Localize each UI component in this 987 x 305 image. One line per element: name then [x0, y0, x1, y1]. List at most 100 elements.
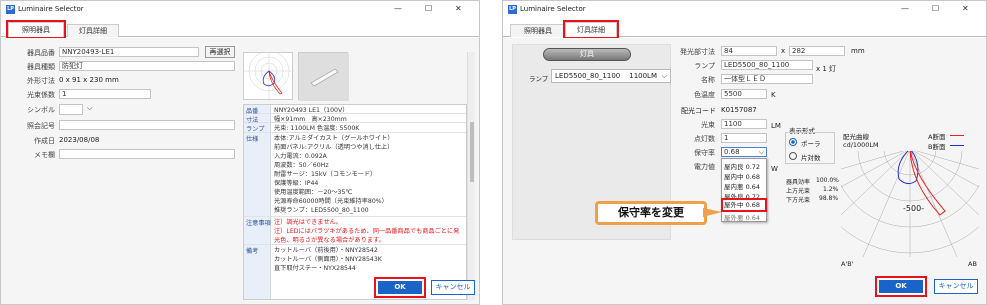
- width-field[interactable]: 84: [721, 46, 777, 56]
- down-value: 98.8%: [819, 195, 839, 202]
- reselect-button[interactable]: 再選択: [205, 46, 235, 58]
- flux-field[interactable]: 1: [59, 89, 151, 99]
- chevron-down-icon[interactable]: ⌵: [87, 104, 92, 113]
- dims-value: 0 x 91 x 230 mm: [59, 76, 119, 84]
- unit-mm: mm: [851, 47, 865, 55]
- distribution-thumbnail[interactable]: [243, 50, 294, 101]
- label-dims: 外形寸法: [27, 77, 55, 85]
- legend-a: A断面: [928, 133, 946, 141]
- lamp-toggle-button[interactable]: 灯具: [543, 48, 631, 61]
- app-logo: LP: [508, 5, 517, 14]
- code-field[interactable]: NNY20493-LE1: [59, 47, 199, 57]
- created-value: 2023/08/08: [59, 136, 100, 144]
- cancel-button[interactable]: キャンセル: [431, 280, 475, 295]
- code-value: K0157087: [721, 106, 757, 114]
- minimize-icon[interactable]: —: [394, 4, 402, 13]
- radio-log-label: 片対数: [801, 154, 821, 162]
- title-bar: LP Luminaire Selector — ☐ ✕: [1, 1, 479, 18]
- axis-left-label: A'B': [841, 260, 854, 268]
- times-sign: x: [781, 47, 786, 55]
- scrollbar[interactable]: [467, 52, 475, 300]
- unit-lm: LM: [771, 122, 781, 130]
- label-lamp: ランプ: [694, 62, 715, 70]
- table-row: 注意事項 注）調光はできません。 注）LEDにはバラツキがあるため、同一品番商品で…: [244, 217, 466, 245]
- lamp-label: ランプ: [529, 75, 549, 83]
- radio-polar[interactable]: [789, 138, 797, 146]
- label-notes: 照会記号: [27, 122, 55, 130]
- radio-polar-label: ポーラ: [801, 140, 821, 148]
- curve-title: 配光曲線: [843, 133, 869, 141]
- annotation-callout: 保守率を変更: [595, 201, 707, 225]
- tab-bar: 照明器具 灯具詳細: [503, 20, 986, 39]
- label-type: 器具種類: [27, 63, 55, 71]
- label-mf: 保守率: [694, 149, 715, 157]
- mf-select[interactable]: 0.68 ⌵: [721, 147, 767, 157]
- label-code: 器具品番: [27, 49, 55, 57]
- table-row: 寸法 幅×91mm 高×230mm: [244, 114, 466, 124]
- eff-label: 器具効率: [786, 179, 811, 186]
- mf-option[interactable]: 屋内中 0.68: [724, 171, 760, 181]
- label-symbol: シンボル: [27, 106, 55, 114]
- window-title: Luminaire Selector: [520, 5, 586, 13]
- lamp-field[interactable]: LED5500_80_1100: [721, 60, 813, 70]
- mf-dropdown-list[interactable]: 屋内良 0.72 屋内中 0.68 屋内悪 0.64 屋外良 0.72 屋外中 …: [721, 158, 767, 222]
- count-field[interactable]: 1: [721, 133, 767, 143]
- height-field[interactable]: 282: [789, 46, 845, 56]
- notes-field[interactable]: [59, 120, 235, 130]
- legend-a-line: [950, 135, 964, 136]
- down-label: 下方光束: [786, 197, 811, 204]
- ok-button[interactable]: OK: [374, 277, 426, 298]
- tab-luminaire[interactable]: 照明器具: [510, 24, 566, 37]
- tab-lamp-detail[interactable]: 灯具詳細: [67, 24, 119, 37]
- name-field[interactable]: 一体型ＬＥＤ: [721, 74, 813, 84]
- label-memo: メモ欄: [34, 151, 55, 159]
- luminaire-window-2: LP Luminaire Selector — ☐ ✕ 照明器具 灯具詳細 灯具…: [502, 0, 987, 305]
- display-format-group: ポーラ 片対数: [785, 132, 835, 164]
- main-panel: 灯具 ランプ LED5500_80_1100 1100LM ⌵ 発光部寸法 84…: [503, 38, 986, 304]
- symbol-swatch[interactable]: [59, 104, 83, 115]
- temp-field[interactable]: 5500: [721, 89, 767, 99]
- maximize-icon[interactable]: ☐: [932, 4, 939, 13]
- table-row: 品番 NNY20493 LE1（100V）: [244, 105, 466, 115]
- close-icon[interactable]: ✕: [962, 4, 969, 13]
- label-size: 発光部寸法: [680, 48, 715, 56]
- product-thumbnail[interactable]: [298, 52, 349, 101]
- tab-luminaire[interactable]: 照明器具: [6, 20, 66, 39]
- type-field[interactable]: 防犯灯: [59, 61, 235, 71]
- callout-arrow: [703, 208, 722, 217]
- window-title: Luminaire Selector: [18, 5, 84, 13]
- label-created: 作成日: [34, 137, 55, 145]
- mf-option-selected[interactable]: 屋外中 0.68: [721, 198, 767, 212]
- minimize-icon[interactable]: —: [901, 4, 909, 13]
- eff-value: 100.0%: [816, 177, 839, 184]
- luminaire-window-1: LP Luminaire Selector — ☐ ✕ 照明器具 灯具詳細 器具…: [0, 0, 480, 305]
- lm-field[interactable]: 1100: [721, 119, 767, 129]
- mf-option[interactable]: 屋内良 0.72: [724, 161, 760, 171]
- label-temp: 色温度: [694, 91, 715, 99]
- app-logo: LP: [6, 5, 15, 14]
- ok-button[interactable]: OK: [875, 276, 927, 297]
- memo-field[interactable]: [59, 149, 235, 159]
- curve-unit: cd/1000LM: [843, 141, 879, 149]
- spec-table: 品番 NNY20493 LE1（100V） 寸法 幅×91mm 高×230mm ラン…: [243, 104, 467, 300]
- title-bar: LP Luminaire Selector — ☐ ✕: [503, 1, 986, 18]
- axis-right-label: AB: [968, 260, 977, 268]
- chevron-down-icon: ⌵: [758, 148, 764, 156]
- cancel-button[interactable]: キャンセル: [934, 279, 978, 294]
- maximize-icon[interactable]: ☐: [425, 4, 432, 13]
- lamp-count-text: x 1 灯: [816, 65, 837, 73]
- table-row: 仕様 本体:アルミダイカスト（グールホワイト） 前面パネル:アクリル（透明つや消し…: [244, 133, 466, 217]
- unit-w: W: [771, 165, 778, 173]
- close-icon[interactable]: ✕: [455, 4, 462, 13]
- scale-label: -500-: [903, 204, 925, 213]
- mf-option[interactable]: 屋外悪 0.64: [724, 212, 760, 222]
- tab-bar: 照明器具 灯具詳細: [1, 20, 479, 39]
- tab-lamp-detail[interactable]: 灯具詳細: [563, 20, 619, 39]
- table-row: ランプ 光束: 1100LM 色温度: 5500K: [244, 123, 466, 133]
- lamp-select[interactable]: LED5500_80_1100 1100LM ⌵: [551, 69, 671, 83]
- up-value: 1.2%: [823, 186, 839, 193]
- legend-b: B断面: [928, 143, 946, 151]
- up-label: 上方光束: [786, 188, 811, 195]
- mf-option[interactable]: 屋内悪 0.64: [724, 181, 760, 191]
- radio-log[interactable]: [789, 152, 797, 160]
